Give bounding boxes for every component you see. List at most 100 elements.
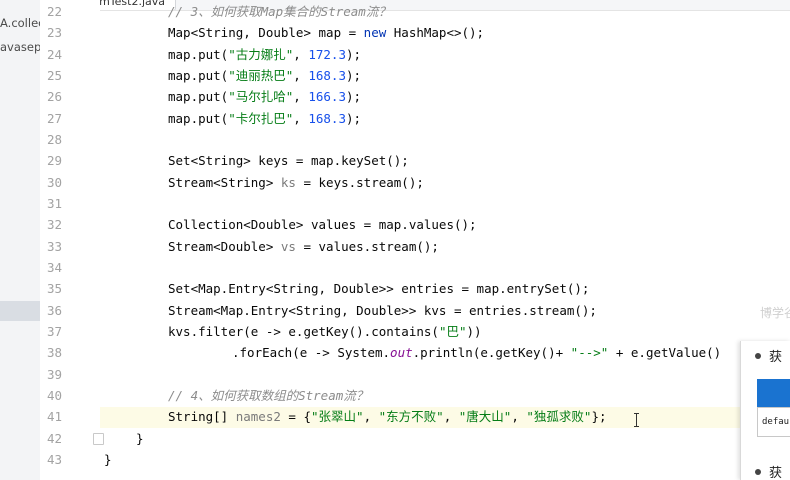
code-token: , (511, 409, 527, 424)
code-line-32[interactable]: Collection<Double> values = map.values()… (168, 214, 477, 235)
line-number: 42 (46, 431, 62, 446)
code-token: Set<String> keys = map.keySet(); (168, 153, 409, 168)
code-line-25[interactable]: map.put("迪丽热巴", 168.3); (168, 65, 361, 86)
popup-field[interactable]: defau (757, 407, 790, 437)
code-line-35[interactable]: Set<Map.Entry<String, Double>> entries =… (168, 278, 589, 299)
code-line-22[interactable]: // 3、如何获取Map集合的Stream流？ (168, 1, 391, 22)
popup-item-label: 获 (769, 350, 783, 365)
string-literal: "-->" (570, 345, 609, 360)
code-line-26[interactable]: map.put("马尔扎哈", 166.3); (168, 86, 361, 107)
code-token: = keys.stream(); (295, 175, 424, 190)
code-line-30[interactable]: Stream<String> ks = keys.stream(); (168, 172, 424, 193)
code-line-33[interactable]: Stream<Double> vs = values.stream(); (168, 236, 439, 257)
code-token: String[] (168, 409, 236, 424)
code-token: map.put( (168, 68, 229, 83)
line-number: 31 (46, 196, 62, 211)
popup-item-label: 获 (769, 466, 783, 480)
unused-variable: ks (280, 175, 296, 190)
number-literal: 166.3 (308, 89, 346, 104)
line-number: 29 (46, 153, 62, 168)
string-literal: "独孤求败" (526, 409, 592, 424)
line-number: 22 (46, 4, 62, 19)
keyword-token: new (363, 25, 387, 40)
popup-item[interactable]: 获 (755, 462, 782, 480)
project-panel: A.collect avasep (0, 0, 41, 480)
code-token: }; (591, 409, 607, 424)
line-number: 28 (46, 132, 62, 147)
line-number: 30 (46, 175, 62, 190)
code-token: Map<String, Double> map = (168, 25, 364, 40)
popup-accent-block[interactable] (757, 379, 790, 407)
code-token: + e.getValue() (608, 345, 722, 360)
code-token: ); (345, 111, 362, 126)
code-token: , (293, 47, 309, 62)
popup-item[interactable]: 获 (755, 346, 782, 365)
code-line-38[interactable]: .forEach(e -> System.out.println(e.getKe… (232, 342, 721, 363)
code-token: , (443, 409, 459, 424)
project-tree-selection[interactable] (0, 301, 40, 321)
code-token: Set<Map.Entry<String, Double>> entries =… (168, 281, 590, 296)
code-token: ); (345, 47, 362, 62)
string-literal: "东方不败" (378, 409, 444, 424)
string-literal: "巴" (438, 324, 467, 339)
string-literal: "马尔扎哈" (228, 89, 294, 104)
bullet-icon (755, 468, 761, 475)
code-line-42[interactable]: } (136, 428, 144, 449)
code-token: ); (345, 89, 362, 104)
code-token: Stream<Double> (168, 239, 281, 254)
fold-marker-icon[interactable] (93, 433, 104, 445)
line-number: 23 (46, 25, 62, 40)
string-literal: "卡尔扎巴" (228, 111, 294, 126)
code-token: , (293, 111, 309, 126)
code-token: HashMap<>(); (386, 25, 485, 40)
line-number: 43 (46, 452, 62, 467)
project-tree-item[interactable]: avasep (0, 40, 40, 54)
line-number: 32 (46, 217, 62, 232)
line-number: 41 (46, 409, 62, 424)
text-cursor-icon (634, 413, 640, 427)
string-literal: "迪丽热巴" (228, 68, 294, 83)
string-literal: "唐大山" (458, 409, 512, 424)
line-number-gutter[interactable]: 22 23 24 25 26 27 28 29 30 31 32 33 34 3… (40, 0, 100, 480)
code-line-37[interactable]: kvs.filter(e -> e.getKey().contains("巴")… (168, 321, 482, 342)
code-token: ); (345, 68, 362, 83)
code-line-29[interactable]: Set<String> keys = map.keySet(); (168, 150, 409, 171)
code-line-43[interactable]: } (104, 449, 112, 470)
code-token: .forEach(e -> System. (232, 345, 391, 360)
line-number: 26 (46, 89, 62, 104)
line-number: 34 (46, 260, 62, 275)
watermark: 博学谷 (760, 306, 790, 320)
line-number: 40 (46, 388, 62, 403)
code-token: map.put( (168, 89, 229, 104)
code-line-24[interactable]: map.put("古力娜扎", 172.3); (168, 44, 361, 65)
line-number: 24 (46, 47, 62, 62)
code-token: kvs.filter(e -> e.getKey().contains( (168, 324, 439, 339)
code-line-40[interactable]: // 4、如何获取数组的Stream流？ (168, 385, 368, 406)
bullet-icon (755, 352, 761, 359)
line-number: 39 (46, 367, 62, 382)
code-token: Collection<Double> values = map.values()… (168, 217, 477, 232)
line-number: 27 (46, 111, 62, 126)
line-number: 38 (46, 345, 62, 360)
code-line-41[interactable]: String[] names2 = {"张翠山", "东方不败", "唐大山",… (168, 406, 607, 427)
code-token: map.put( (168, 47, 229, 62)
closing-brace: } (136, 431, 144, 446)
floating-popup[interactable]: 获 defau 获 (740, 341, 790, 480)
line-number: 25 (46, 68, 62, 83)
number-literal: 172.3 (308, 47, 346, 62)
code-token: .println(e.getKey()+ (412, 345, 571, 360)
comment-text: // 3、如何获取Map集合的Stream流？ (168, 4, 391, 19)
code-token: , (363, 409, 379, 424)
project-tree-item[interactable]: A.collect (0, 16, 40, 30)
code-line-23[interactable]: Map<String, Double> map = new HashMap<>(… (168, 22, 484, 43)
string-literal: "张翠山" (311, 409, 364, 424)
code-token: = values.stream(); (295, 239, 439, 254)
number-literal: 168.3 (308, 111, 346, 126)
closing-brace: } (104, 452, 112, 467)
code-line-27[interactable]: map.put("卡尔扎巴", 168.3); (168, 108, 361, 129)
code-line-36[interactable]: Stream<Map.Entry<String, Double>> kvs = … (168, 300, 597, 321)
line-number: 35 (46, 281, 62, 296)
unused-variable: names2 (235, 409, 281, 424)
code-token: Stream<Map.Entry<String, Double>> kvs = … (168, 303, 597, 318)
code-token: , (293, 89, 309, 104)
